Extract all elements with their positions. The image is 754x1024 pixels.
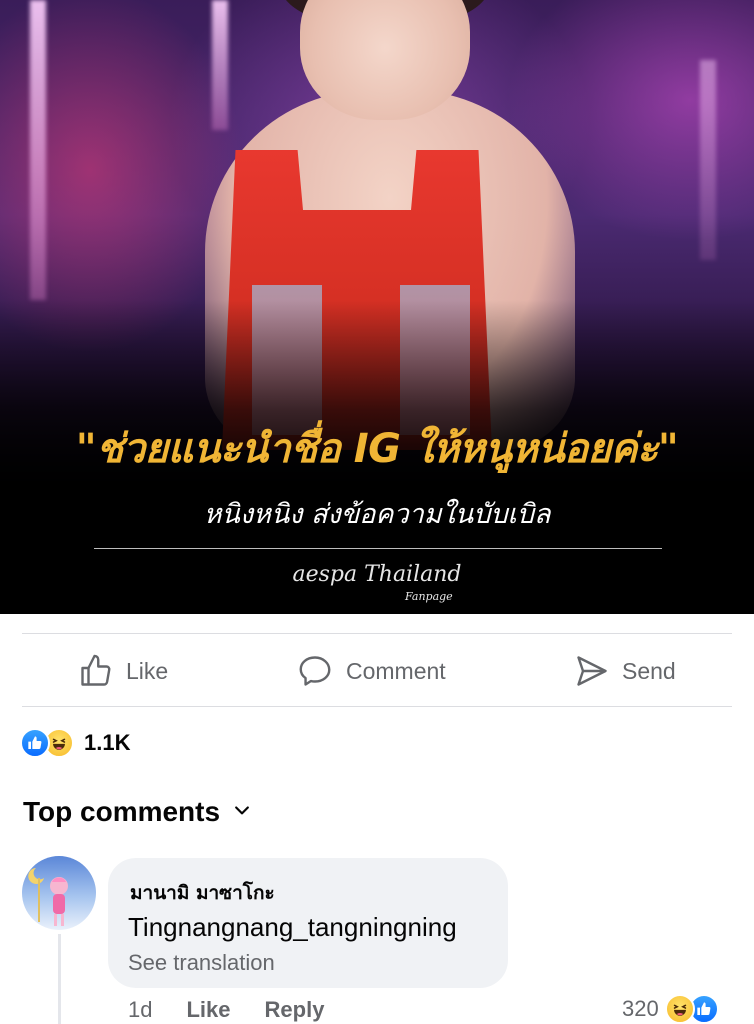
comment-reaction-count: 320: [622, 996, 659, 1021]
post-reactions[interactable]: 1.1K: [20, 728, 130, 758]
image-subline: หนิงหนิง ส่งข้อความในบับเบิล: [203, 499, 551, 530]
stage-light: [30, 0, 46, 300]
comment-reply-button[interactable]: Reply: [265, 997, 325, 1023]
like-button[interactable]: Like: [78, 634, 168, 708]
send-label: Send: [622, 657, 676, 684]
image-headline: "ช่วยแนะนำชื่อ IG ให้หนูหน่อยค่ะ": [75, 426, 679, 472]
send-icon: [574, 653, 610, 689]
comment-author[interactable]: มานามิ มาซาโกะ: [130, 878, 275, 908]
comment-text: Tingnangnang_tangningning: [128, 912, 457, 942]
comment-thread-line: [58, 934, 61, 1024]
comment-sort-label: Top comments: [23, 796, 221, 827]
stage-light: [700, 60, 716, 260]
thumbs-up-icon: [78, 653, 114, 689]
fanpage-logo: aespa Thailand: [292, 562, 462, 587]
see-translation-link[interactable]: See translation: [128, 950, 275, 976]
haha-reaction-icon: [664, 994, 695, 1024]
stage-light: [212, 0, 228, 130]
reaction-count: 1.1K: [84, 730, 131, 755]
post-image[interactable]: "ช่วยแนะนำชื่อ IG ให้หนูหน่อยค่ะ" หนิงหน…: [0, 0, 754, 614]
chevron-down-icon: [232, 800, 252, 825]
comment-bubble[interactable]: มานามิ มาซาโกะ Tingnangnang_tangningning…: [108, 858, 508, 988]
like-reaction-icon: [20, 728, 50, 758]
comment-meta: 1d Like Reply: [128, 997, 324, 1023]
comment-time: 1d: [128, 997, 153, 1022]
post-action-bar: Like Comment Send: [22, 633, 732, 707]
image-divider: [94, 548, 662, 549]
comment-label: Comment: [346, 657, 446, 684]
comment-like-button[interactable]: Like: [186, 997, 230, 1023]
commenter-avatar[interactable]: [22, 856, 96, 930]
fanpage-logo-sub: Fanpage: [405, 590, 453, 603]
comment-bubble-icon: [296, 653, 334, 689]
comment-button[interactable]: Comment: [296, 634, 446, 708]
comment-reactions[interactable]: 320: [622, 994, 719, 1024]
like-label: Like: [126, 657, 169, 684]
comment-sort-dropdown[interactable]: Top comments: [23, 796, 252, 828]
send-button[interactable]: Send: [574, 634, 676, 708]
